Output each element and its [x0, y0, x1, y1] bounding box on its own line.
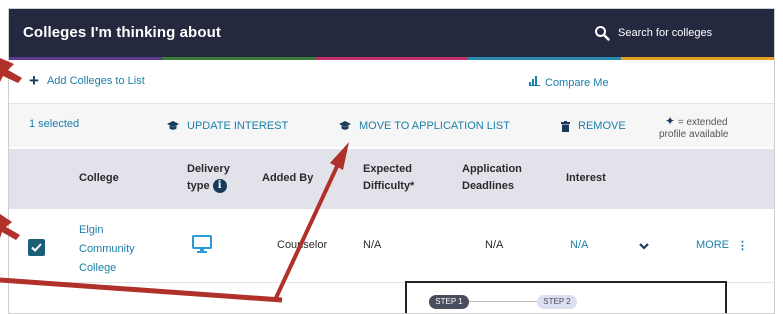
- add-colleges-button[interactable]: + Add Colleges to List: [29, 71, 145, 90]
- search-icon: [594, 25, 610, 41]
- college-name-line-3: College: [79, 262, 117, 274]
- info-icon[interactable]: i: [212, 179, 227, 194]
- star-icon: ✦: [665, 114, 676, 128]
- update-interest-label: UPDATE INTEREST: [187, 120, 289, 132]
- graduation-cap-icon: [167, 121, 179, 131]
- row-checkbox[interactable]: [28, 239, 45, 256]
- table-row: Elgin Community College Counselor N/A N/…: [9, 211, 774, 283]
- col-deadlines-label-1: Application: [462, 163, 522, 175]
- col-difficulty-label-1: Expected: [363, 163, 412, 175]
- col-difficulty-label-2: Difficulty*: [363, 180, 415, 192]
- col-delivery-type: Delivery type i: [187, 161, 230, 195]
- college-list-panel: Colleges I'm thinking about Search for c…: [8, 8, 775, 314]
- compare-me-link[interactable]: Compare Me: [529, 76, 609, 89]
- remove-label: REMOVE: [578, 120, 626, 132]
- col-deadlines-label-2: Deadlines: [462, 180, 514, 192]
- trash-icon: [561, 120, 570, 132]
- col-delivery-label-2: type: [187, 180, 210, 192]
- plus-icon: +: [29, 71, 39, 90]
- col-application-deadlines: Application Deadlines: [462, 161, 522, 195]
- bar-chart-icon: [529, 76, 540, 89]
- compare-me-label: Compare Me: [545, 76, 609, 89]
- step-connector: [469, 301, 537, 302]
- kebab-icon: ⋮: [737, 240, 748, 252]
- remove-button[interactable]: REMOVE: [561, 120, 626, 132]
- col-college: College: [79, 172, 119, 184]
- table-header: College Delivery type i Added By Expected…: [9, 149, 774, 209]
- graduation-cap-icon: [339, 121, 351, 131]
- more-label: MORE: [696, 239, 729, 251]
- difficulty-value: N/A: [363, 239, 382, 251]
- legend-text-1: = extended: [677, 117, 728, 128]
- search-link[interactable]: Search for colleges: [594, 25, 712, 41]
- legend-text-2: profile available: [659, 129, 729, 140]
- more-button[interactable]: MORE ⋮: [696, 239, 748, 252]
- move-to-application-button[interactable]: MOVE TO APPLICATION LIST: [339, 120, 510, 132]
- search-label: Search for colleges: [618, 27, 713, 39]
- college-name-line-1: Elgin: [79, 224, 104, 236]
- page-title: Colleges I'm thinking about: [23, 24, 221, 41]
- selected-count: 1 selected: [29, 118, 80, 130]
- deadlines-value: N/A: [485, 239, 504, 251]
- step-1-pill[interactable]: STEP 1: [429, 295, 469, 309]
- col-interest: Interest: [566, 172, 606, 184]
- col-delivery-label-1: Delivery: [187, 163, 230, 175]
- col-expected-difficulty: Expected Difficulty*: [363, 161, 414, 195]
- add-colleges-label: Add Colleges to List: [46, 75, 145, 87]
- college-name-link[interactable]: Elgin Community College: [79, 221, 159, 278]
- college-name-line-2: Community: [79, 243, 135, 255]
- added-by-value: Counselor: [277, 239, 328, 251]
- update-interest-button[interactable]: UPDATE INTEREST: [167, 120, 288, 132]
- extended-profile-legend: ✦ = extended profile available: [659, 115, 729, 141]
- chevron-down-icon[interactable]: [639, 237, 649, 255]
- panel-header: Colleges I'm thinking about Search for c…: [9, 9, 774, 57]
- move-to-application-label: MOVE TO APPLICATION LIST: [359, 120, 510, 132]
- step-2-pill[interactable]: STEP 2: [537, 295, 577, 309]
- accent-bar: [9, 57, 774, 60]
- interest-value[interactable]: N/A: [570, 239, 588, 251]
- col-added-by: Added By: [262, 172, 314, 184]
- step-progress-panel: STEP 1 STEP 2: [405, 281, 727, 313]
- monitor-icon: [192, 235, 212, 258]
- list-toolbar: + Add Colleges to List Compare Me: [9, 61, 774, 101]
- bulk-action-bar: 1 selected UPDATE INTEREST MOVE TO APPLI…: [9, 103, 774, 147]
